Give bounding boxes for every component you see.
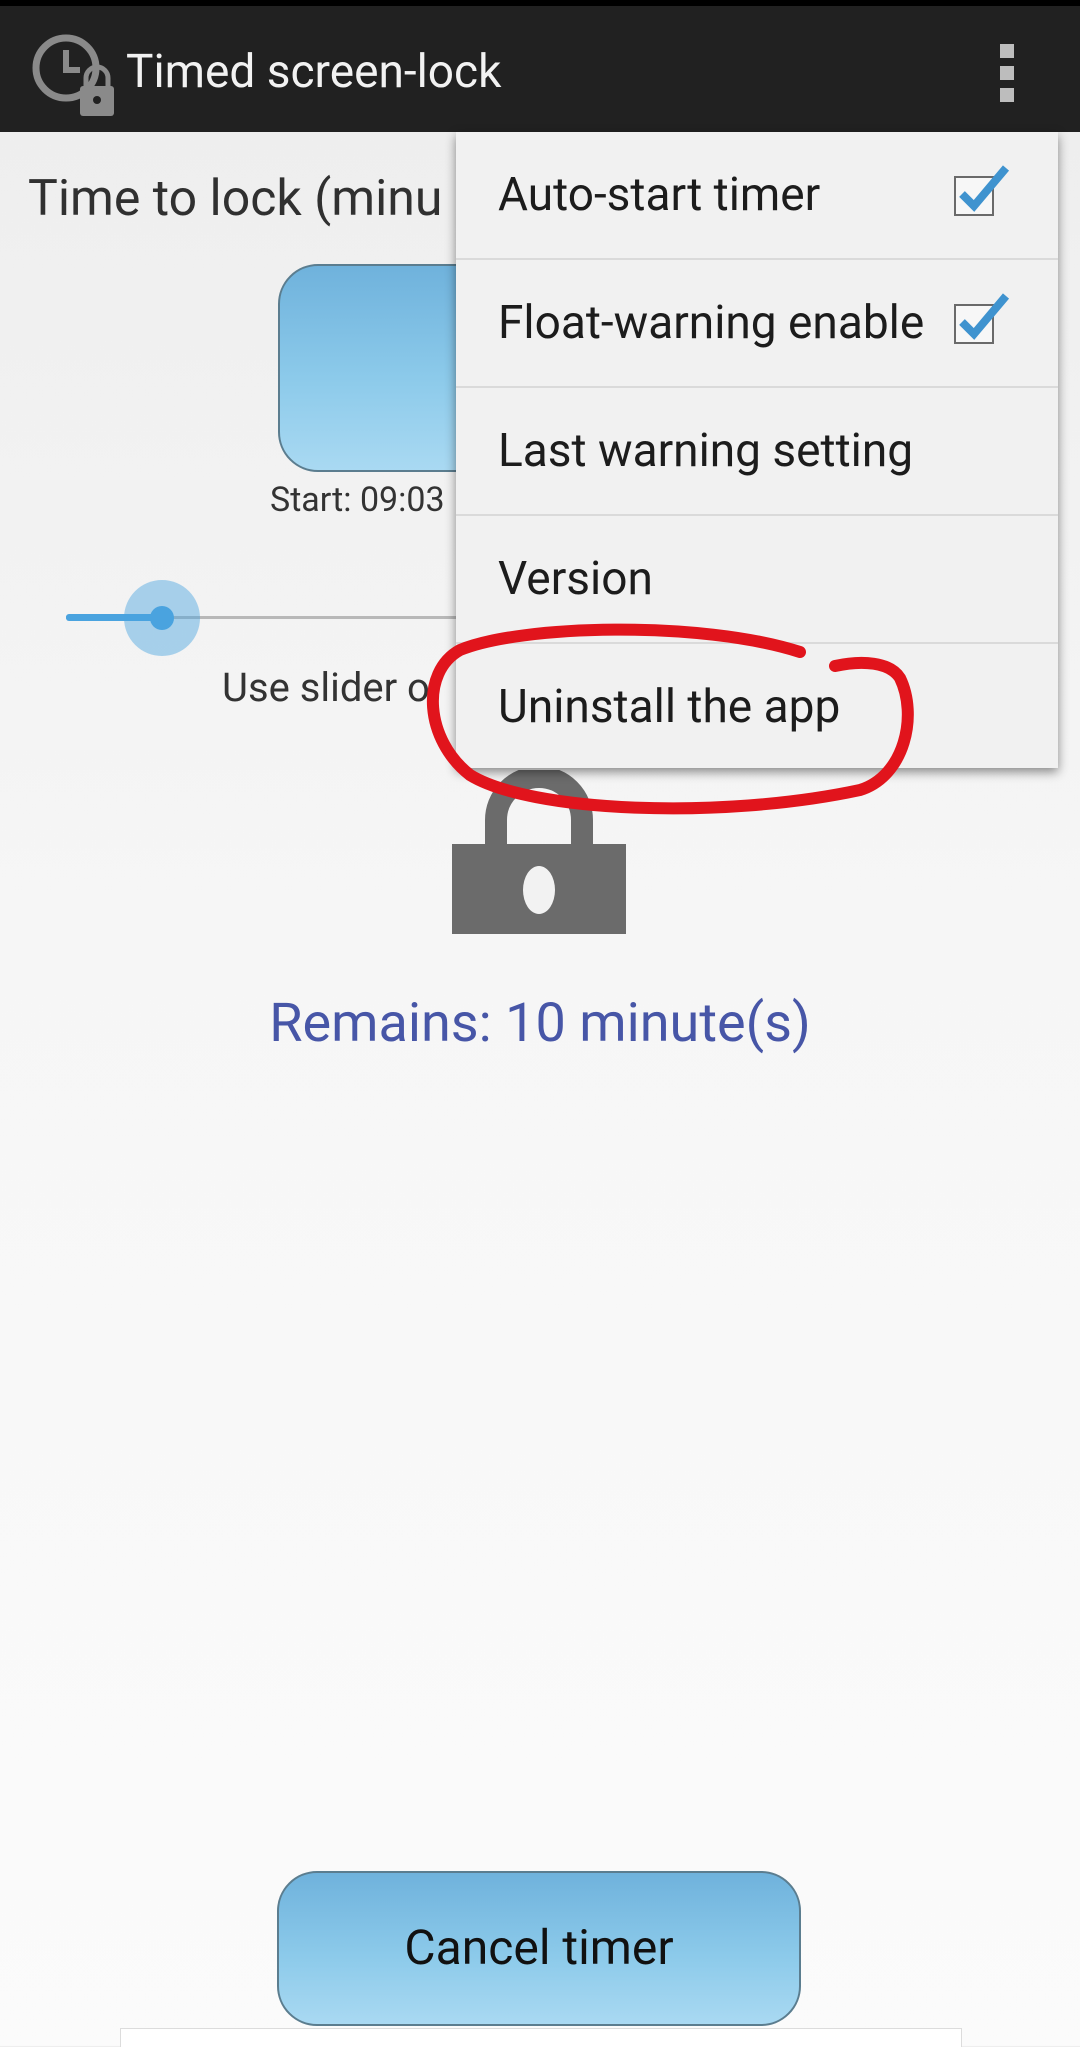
menu-item-label: Auto-start timer [498,168,821,222]
clock-lock-icon [32,34,114,116]
float-warning-checkbox[interactable] [954,293,1010,344]
menu-item-float-warning-enable[interactable]: Float-warning enable [456,260,1058,388]
menu-item-last-warning-setting[interactable]: Last warning setting [456,388,1058,516]
slider-thumb[interactable] [124,580,200,656]
overflow-menu-icon[interactable] [990,44,1024,106]
slider-hint: Use slider o [222,664,430,711]
menu-item-uninstall[interactable]: Uninstall the app [456,644,1058,772]
app-title: Timed screen-lock [126,45,502,99]
cancel-timer-button[interactable]: Cancel timer [277,1871,801,2026]
overflow-popup-menu: Auto-start timer Float-warning enable La… [456,132,1058,768]
menu-item-auto-start-timer[interactable]: Auto-start timer [456,132,1058,260]
padlock-icon [452,770,626,934]
time-to-lock-label: Time to lock (minu [28,170,443,228]
action-bar: Timed screen-lock [0,0,1080,132]
checkmark-icon [959,165,1010,212]
start-time-label: Start: 09:03 [270,480,445,520]
bottom-panel-edge [120,2028,962,2047]
checkmark-icon [959,293,1010,340]
remaining-time: Remains: 10 minute(s) [269,992,811,1055]
menu-item-label: Float-warning enable [498,296,925,350]
auto-start-checkbox[interactable] [954,165,1010,216]
menu-item-version[interactable]: Version [456,516,1058,644]
menu-item-label: Last warning setting [498,424,914,478]
menu-item-label: Uninstall the app [498,680,841,734]
menu-item-label: Version [498,552,653,606]
